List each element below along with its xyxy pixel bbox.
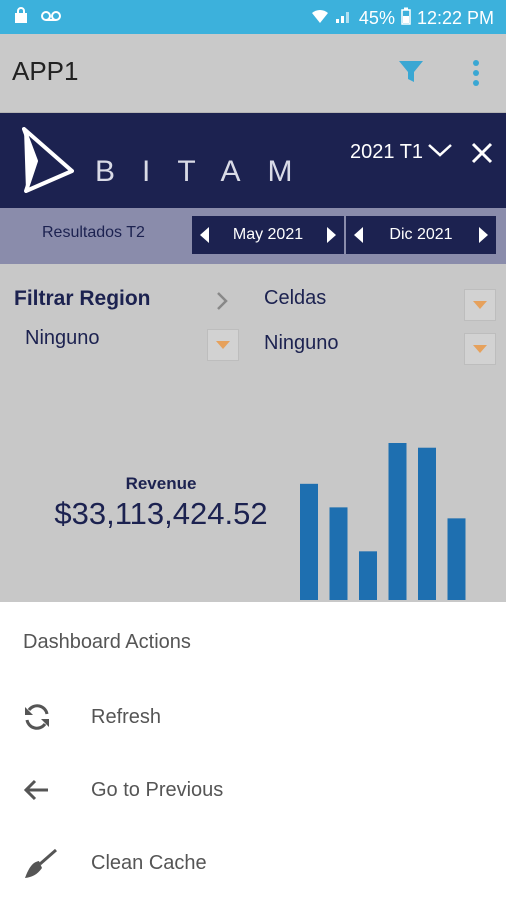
celdas-filter-value: Ninguno bbox=[264, 332, 339, 354]
arrow-left-icon bbox=[22, 775, 52, 810]
celdas-dropdown-button[interactable] bbox=[464, 289, 496, 321]
clean-cache-action[interactable]: Clean Cache bbox=[0, 834, 506, 894]
voicemail-icon bbox=[40, 7, 62, 30]
signal-icon bbox=[335, 8, 353, 29]
next-end-icon[interactable] bbox=[470, 226, 496, 244]
revenue-bar bbox=[388, 443, 407, 600]
region-filter-value: Ninguno bbox=[25, 327, 100, 349]
revenue-bar-chart bbox=[300, 443, 466, 600]
revenue-bar bbox=[329, 507, 348, 600]
revenue-bar bbox=[447, 518, 466, 600]
status-bar: 45% 12:22 PM bbox=[0, 0, 506, 34]
start-period-label: May 2021 bbox=[232, 226, 304, 243]
dropdown-arrow-icon bbox=[473, 345, 487, 353]
celdas-value-dropdown-button[interactable] bbox=[464, 333, 496, 365]
end-period-label: Dic 2021 bbox=[389, 226, 453, 243]
revenue-bar bbox=[300, 483, 318, 600]
more-vert-icon[interactable] bbox=[472, 60, 480, 91]
filter-region-label: Filtrar Region bbox=[14, 287, 151, 310]
next-start-icon[interactable] bbox=[318, 226, 344, 244]
filter-icon[interactable] bbox=[398, 59, 424, 90]
revenue-label: Revenue bbox=[125, 474, 197, 493]
go-to-previous-label: Go to Previous bbox=[91, 779, 224, 801]
close-icon[interactable] bbox=[470, 141, 494, 170]
bitam-logo-icon bbox=[22, 127, 74, 198]
app-title: APP1 bbox=[12, 56, 79, 86]
clean-cache-label: Clean Cache bbox=[91, 852, 207, 874]
revenue-bar bbox=[418, 447, 436, 600]
wifi-icon bbox=[311, 8, 329, 29]
prev-start-icon[interactable] bbox=[192, 226, 218, 244]
battery-percent: 45% bbox=[358, 8, 395, 28]
dropdown-arrow-icon bbox=[216, 341, 230, 349]
bag-icon bbox=[12, 7, 30, 30]
app-bar: APP1 bbox=[0, 34, 506, 113]
period-label: 2021 T1 bbox=[350, 141, 424, 163]
chevron-down-icon bbox=[427, 141, 453, 164]
dashboard-header: BITAM 2021 T1 bbox=[0, 113, 506, 208]
results-label: Resultados T2 bbox=[42, 224, 145, 241]
battery-icon bbox=[401, 7, 411, 30]
clock: 12:22 PM bbox=[416, 8, 494, 28]
refresh-label: Refresh bbox=[91, 706, 162, 728]
results-bar: Resultados T2 May 2021 Dic 2021 bbox=[0, 208, 506, 264]
broom-icon bbox=[22, 848, 58, 885]
refresh-icon bbox=[22, 702, 52, 737]
revenue-bar bbox=[359, 551, 377, 600]
start-period-selector: May 2021 bbox=[192, 216, 344, 254]
dropdown-arrow-icon bbox=[473, 301, 487, 309]
revenue-value: $33,113,424.52 bbox=[54, 496, 268, 531]
period-selector[interactable]: 2021 T1 bbox=[350, 141, 453, 164]
prev-end-icon[interactable] bbox=[346, 226, 372, 244]
celdas-label: Celdas bbox=[264, 287, 327, 309]
dashboard-actions-sheet: Dashboard Actions Refresh Go to Previous… bbox=[0, 602, 506, 900]
refresh-action[interactable]: Refresh bbox=[0, 688, 506, 748]
chevron-right-icon[interactable] bbox=[215, 291, 229, 316]
sheet-title: Dashboard Actions bbox=[23, 631, 191, 653]
go-to-previous-action[interactable]: Go to Previous bbox=[0, 761, 506, 821]
region-dropdown-button[interactable] bbox=[207, 329, 239, 361]
brand-name: BITAM bbox=[95, 155, 320, 188]
end-period-selector: Dic 2021 bbox=[346, 216, 496, 254]
